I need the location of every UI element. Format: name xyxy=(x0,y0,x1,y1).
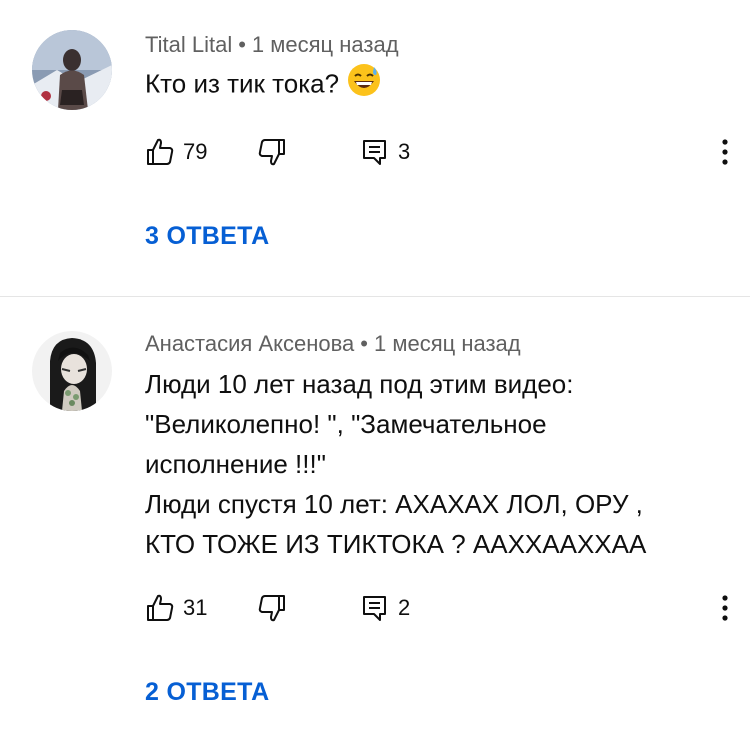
comment-text: Кто из тик тока? xyxy=(145,63,381,108)
thumb-down-icon xyxy=(258,595,285,622)
comment-text-line: Кто из тик тока? xyxy=(145,68,340,99)
reply-comment-icon xyxy=(363,140,386,165)
avatar[interactable] xyxy=(32,331,112,411)
thumb-up-icon xyxy=(147,138,174,165)
comment-time[interactable]: 1 месяц назад xyxy=(374,331,521,356)
more-options-button[interactable] xyxy=(715,134,735,170)
like-button[interactable]: 31 xyxy=(145,590,207,626)
avatar-photo xyxy=(32,30,112,110)
avatar[interactable] xyxy=(32,30,112,110)
comment-1: Tital Lital • 1 месяц назад Кто из тик ток… xyxy=(0,0,750,296)
like-count: 79 xyxy=(183,139,208,164)
more-options-button[interactable] xyxy=(715,590,735,626)
avatar-photo xyxy=(32,331,112,411)
thumb-down-icon xyxy=(258,139,285,166)
like-count: 31 xyxy=(183,595,208,620)
more-vert-icon xyxy=(722,139,728,165)
reply-count: 2 xyxy=(398,595,411,620)
meta-separator: • xyxy=(360,331,368,356)
comment-text-line: Люди 10 лет назад под этим видео: xyxy=(145,369,574,399)
grinning-sweat-emoji xyxy=(347,63,381,108)
comment-text-line: "Великолепно! ", "Замечательное xyxy=(145,409,547,439)
comment-text-line: Люди спустя 10 лет: АХАХАХ ЛОЛ, ОРУ , xyxy=(145,489,643,519)
reply-count: 3 xyxy=(398,139,411,164)
comment-text: Люди 10 лет назад под этим видео: "Велик… xyxy=(145,364,646,564)
comment-actions: 31 2 xyxy=(145,590,735,626)
comment-text-line: КТО ТОЖЕ ИЗ ТИКТОКА ? ААХХААХХАА xyxy=(145,529,647,559)
dislike-button[interactable] xyxy=(257,590,287,626)
comment-actions: 79 3 xyxy=(145,134,735,170)
comment-2: Анастасия Аксенова • 1 месяц назад Люди 10… xyxy=(0,297,750,752)
comment-text-line: исполнение !!!" xyxy=(145,449,326,479)
reply-button[interactable]: 3 xyxy=(360,134,410,170)
author-name[interactable]: Анастасия Аксенова xyxy=(145,331,354,356)
like-button[interactable]: 79 xyxy=(145,134,207,170)
comment-meta: Tital Lital • 1 месяц назад xyxy=(145,32,399,58)
reply-button[interactable]: 2 xyxy=(360,590,410,626)
reply-comment-icon xyxy=(363,596,386,621)
comment-meta: Анастасия Аксенова • 1 месяц назад xyxy=(145,331,521,357)
author-name[interactable]: Tital Lital xyxy=(145,32,232,57)
view-replies-link[interactable]: 3 ОТВЕТА xyxy=(145,222,269,251)
meta-separator: • xyxy=(238,32,246,57)
thumb-up-icon xyxy=(147,594,174,621)
more-vert-icon xyxy=(722,595,728,621)
dislike-button[interactable] xyxy=(257,134,287,170)
view-replies-link[interactable]: 2 ОТВЕТА xyxy=(145,678,269,707)
comment-time[interactable]: 1 месяц назад xyxy=(252,32,399,57)
